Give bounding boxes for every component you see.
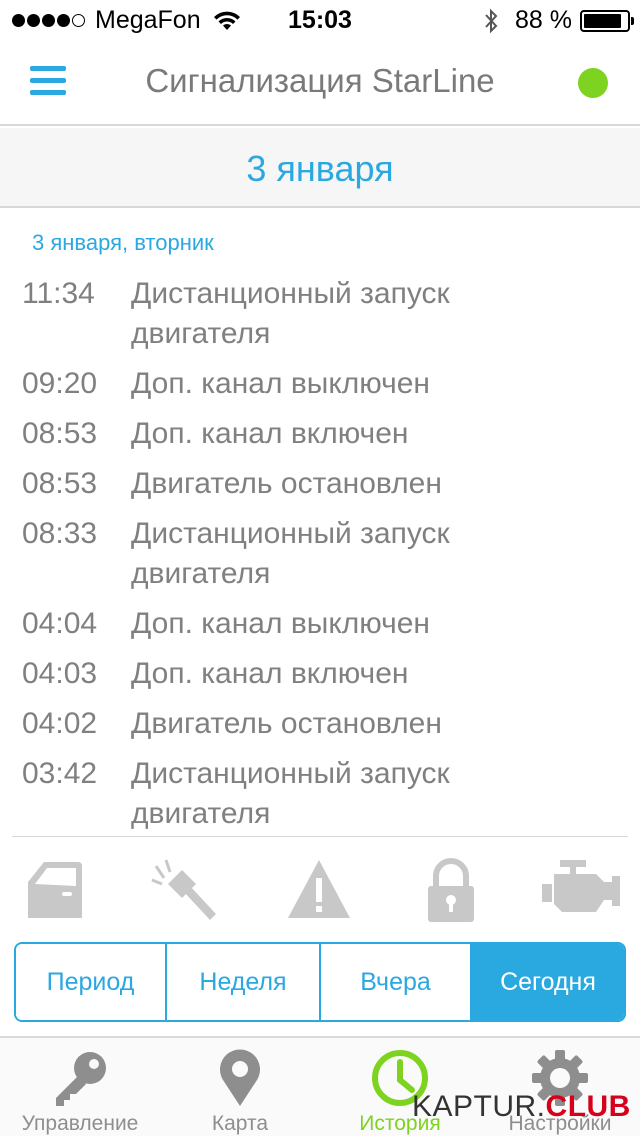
- tab-map[interactable]: Карта: [160, 1038, 320, 1136]
- date-header-label: 3 января: [246, 148, 394, 189]
- tab-label: Управление: [21, 1112, 139, 1135]
- event-row[interactable]: 09:20 Доп. канал выключен: [0, 364, 640, 404]
- tab-control[interactable]: Управление: [0, 1038, 160, 1136]
- event-text: Доп. канал выключен: [131, 367, 431, 400]
- event-row[interactable]: 08:33 Дистанционный запуск двигателя: [0, 514, 640, 594]
- battery-icon: [580, 9, 634, 32]
- event-text: Двигатель остановлен: [131, 707, 442, 740]
- lock-icon[interactable]: [426, 858, 476, 924]
- event-row[interactable]: 08:53 Двигатель остановлен: [0, 464, 640, 504]
- segment-week[interactable]: Неделя: [167, 944, 321, 1020]
- event-text: Доп. канал включен: [131, 657, 409, 690]
- watermark: KAPTUR.CLUB: [412, 1090, 631, 1124]
- event-time: 08:53: [22, 417, 98, 450]
- map-pin-icon: [218, 1048, 262, 1113]
- car-door-icon[interactable]: [24, 858, 84, 922]
- event-row[interactable]: 04:03 Доп. канал включен: [0, 654, 640, 694]
- hammer-impact-icon[interactable]: [150, 858, 220, 928]
- event-time: 11:34: [22, 277, 95, 310]
- event-text: Доп. канал выключен: [131, 607, 431, 640]
- event-time: 04:02: [22, 707, 98, 740]
- watermark-part2: CLUB: [545, 1090, 631, 1123]
- event-row[interactable]: 08:53 Доп. канал включен: [0, 414, 640, 454]
- event-text: Дистанционный запуск двигателя: [131, 757, 450, 830]
- event-row[interactable]: 04:02 Двигатель остановлен: [0, 704, 640, 744]
- event-text: Доп. канал включен: [131, 417, 409, 450]
- event-text: Дистанционный запуск двигателя: [131, 277, 450, 350]
- event-row[interactable]: 11:34 Дистанционный запуск двигателя: [0, 274, 640, 354]
- event-time: 04:04: [22, 607, 98, 640]
- key-icon: [50, 1048, 110, 1113]
- event-time: 04:03: [22, 657, 98, 690]
- event-time: 08:33: [22, 517, 98, 550]
- battery-percentage: 88 %: [515, 6, 572, 34]
- divider: [12, 836, 628, 837]
- warning-icon[interactable]: [286, 858, 352, 922]
- event-time: 08:53: [22, 467, 98, 500]
- status-bar: MegaFon 15:03 88 %: [0, 0, 640, 40]
- day-label: 3 января, вторник: [32, 230, 214, 255]
- event-history-list[interactable]: 3 января, вторник 11:34 Дистанционный зап…: [0, 210, 640, 836]
- segment-yesterday[interactable]: Вчера: [321, 944, 472, 1020]
- status-bar-right: 88 %: [483, 6, 634, 35]
- event-filter-icons: [0, 850, 640, 938]
- event-text: Двигатель остановлен: [131, 467, 442, 500]
- event-text: Дистанционный запуск двигателя: [131, 517, 450, 590]
- segment-today[interactable]: Сегодня: [472, 944, 624, 1020]
- engine-icon[interactable]: [540, 858, 624, 918]
- watermark-part1: KAPTUR.: [412, 1090, 546, 1123]
- period-segmented-control: Период Неделя Вчера Сегодня: [14, 942, 626, 1022]
- event-time: 09:20: [22, 367, 98, 400]
- bluetooth-icon: [485, 8, 498, 33]
- date-header[interactable]: 3 января: [0, 128, 640, 208]
- tab-label: Карта: [211, 1112, 269, 1135]
- navigation-bar: Сигнализация StarLine: [0, 40, 640, 126]
- page-title: Сигнализация StarLine: [145, 62, 495, 99]
- event-row[interactable]: 04:04 Доп. канал выключен: [0, 604, 640, 644]
- event-time: 03:42: [22, 757, 98, 790]
- connection-status-indicator[interactable]: [578, 68, 608, 98]
- segment-period[interactable]: Период: [16, 944, 167, 1020]
- event-row[interactable]: 03:42 Дистанционный запуск двигателя: [0, 754, 640, 834]
- event-list: 11:34 Дистанционный запуск двигателя 09:20…: [0, 274, 640, 836]
